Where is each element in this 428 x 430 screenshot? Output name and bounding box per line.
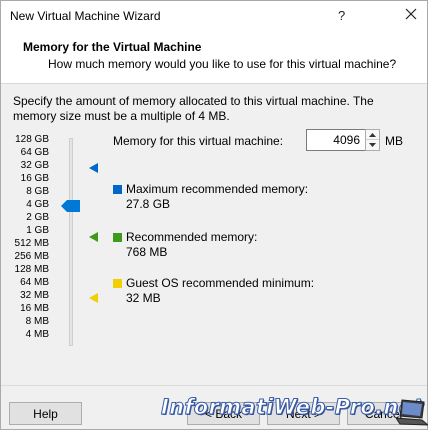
memory-slider-thumb[interactable] (61, 200, 80, 212)
recommended-marker-icon (89, 232, 98, 242)
scale-label: 8 MB (25, 316, 49, 327)
wizard-window: New Virtual Machine Wizard ? Memory for … (0, 0, 428, 430)
scale-label: 16 MB (20, 303, 49, 314)
guest-min-value: 32 MB (126, 291, 161, 305)
scale-label: 4 GB (26, 199, 49, 210)
max-recommended-value: 27.8 GB (126, 197, 171, 211)
recommended-value: 768 MB (126, 245, 168, 259)
max-recommended-square-icon (113, 185, 122, 194)
max-recommended-marker-icon (89, 163, 98, 173)
recommended-square-icon (113, 233, 122, 242)
scale-label: 8 GB (26, 186, 49, 197)
memory-label: Memory for this virtual machine: (113, 134, 284, 148)
recommended-label: Recommended memory: (126, 230, 258, 244)
scale-label: 512 MB (14, 238, 49, 249)
help-button[interactable]: Help (9, 402, 82, 425)
watermark: InformatiWeb-Pro.net (161, 395, 424, 420)
scale-label: 1 GB (26, 225, 49, 236)
max-recommended-label: Maximum recommended memory: (126, 182, 309, 196)
scale-label: 128 MB (14, 264, 49, 275)
scale-label: 32 MB (20, 290, 49, 301)
guest-min-square-icon (113, 279, 122, 288)
description-text: Specify the amount of memory allocated t… (13, 94, 374, 123)
memory-unit: MB (385, 134, 403, 148)
scale-label: 128 GB (15, 134, 49, 145)
scale-label: 4 MB (25, 329, 49, 340)
guest-min-marker-icon (89, 293, 98, 303)
scale-label: 256 MB (14, 251, 49, 262)
footer-divider (1, 385, 427, 386)
scale-label: 32 GB (20, 160, 49, 171)
guest-min-label: Guest OS recommended minimum: (126, 276, 315, 290)
title-bar: New Virtual Machine Wizard ? (1, 1, 427, 32)
spin-down-icon[interactable] (366, 140, 379, 150)
page-subtitle: How much memory would you like to use fo… (48, 57, 397, 71)
laptop-icon (396, 399, 428, 426)
page-title: Memory for the Virtual Machine (23, 40, 202, 54)
window-title: New Virtual Machine Wizard (10, 9, 161, 23)
memory-slider-track[interactable] (69, 138, 73, 346)
scale-label: 2 GB (26, 212, 49, 223)
scale-label: 64 GB (20, 147, 49, 158)
close-icon[interactable] (402, 5, 420, 23)
spin-up-icon[interactable] (366, 130, 379, 140)
scale-label: 16 GB (20, 173, 49, 184)
help-icon[interactable]: ? (338, 8, 345, 23)
wizard-header: Memory for the Virtual Machine How much … (1, 32, 427, 84)
memory-spinner[interactable] (365, 129, 380, 151)
memory-input[interactable] (306, 129, 366, 151)
scale-label: 64 MB (20, 277, 49, 288)
